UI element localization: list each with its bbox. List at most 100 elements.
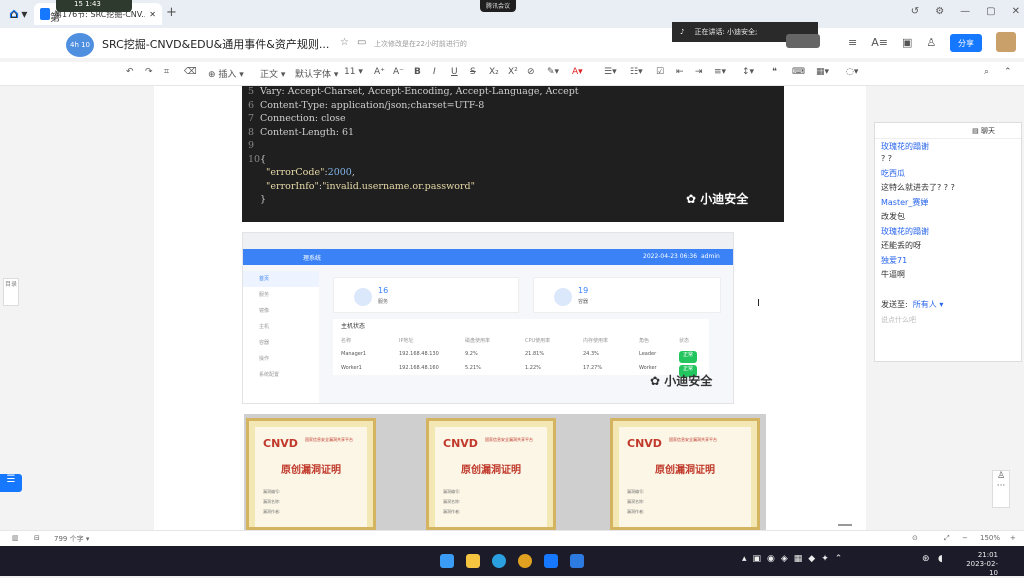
code-block-icon[interactable]: ⌨ bbox=[792, 67, 805, 77]
screenshot-sidebar: 首页 服务 镜像 主机 容器 操作 系统配置 bbox=[243, 271, 319, 403]
folder-icon[interactable] bbox=[466, 554, 480, 568]
chat-sender: Master_赛婵 bbox=[881, 198, 929, 207]
share-button[interactable]: 分享 bbox=[950, 34, 982, 52]
new-tab-button[interactable]: + bbox=[166, 5, 177, 20]
zoom-out-icon[interactable]: − bbox=[962, 534, 968, 542]
chat-message: ? ? bbox=[881, 154, 893, 163]
highlight-icon[interactable]: ✎▾ bbox=[547, 67, 559, 77]
breadcrumb[interactable]: 第 bbox=[50, 9, 60, 24]
home-icon[interactable]: ⌂ ▾ bbox=[10, 7, 27, 21]
maximize-icon[interactable]: ▢ bbox=[986, 6, 995, 17]
format-icon[interactable]: A≡ bbox=[871, 36, 888, 49]
participant-thumbnails[interactable] bbox=[786, 34, 820, 48]
system-clock[interactable]: 21:01 2023-02-10 bbox=[958, 551, 998, 578]
outline-toggle-button[interactable]: ☰ bbox=[0, 474, 22, 492]
zoom-level[interactable]: 150% bbox=[980, 534, 1000, 542]
fullscreen-icon[interactable]: ⤢ bbox=[944, 534, 950, 543]
volume-icon[interactable]: ◖ bbox=[938, 554, 943, 564]
code-line: 9 bbox=[248, 140, 255, 151]
code-line: 6 Content-Type: application/json;charset=… bbox=[248, 99, 485, 111]
more-dots-icon[interactable]: ··· bbox=[993, 481, 1009, 491]
checklist-icon[interactable]: ☑ bbox=[656, 67, 664, 77]
collapse-toolbar-icon[interactable]: ⌃ bbox=[1004, 67, 1012, 77]
chat-input[interactable]: 说点什么吧 bbox=[881, 315, 916, 325]
italic-icon[interactable]: I bbox=[433, 67, 436, 77]
numbered-list-icon[interactable]: ☷▾ bbox=[630, 67, 643, 77]
indent-decrease-icon[interactable]: ⇤ bbox=[676, 67, 684, 77]
tab-close-icon[interactable]: ✕ bbox=[149, 10, 156, 19]
minimize-icon[interactable]: — bbox=[960, 6, 970, 17]
quote-icon[interactable]: ❝ bbox=[772, 67, 777, 77]
restore-icon[interactable]: ↺ bbox=[911, 6, 919, 17]
mic-icon: ♪ bbox=[680, 28, 685, 36]
code-line: 8 Content-Length: 61 bbox=[248, 126, 355, 138]
settings-icon[interactable]: ⚙ bbox=[935, 6, 944, 17]
chat-message: 牛逼啊 bbox=[881, 270, 905, 279]
table-row: Worker1 192.168.48.160 5.21% 1.22% 17.27% Wor… bbox=[341, 365, 698, 377]
more-icon[interactable]: ◌▾ bbox=[846, 67, 858, 77]
panel-icon[interactable]: ▥ bbox=[12, 534, 19, 542]
table-icon[interactable]: ▦▾ bbox=[816, 67, 829, 77]
collab-icon[interactable]: ♙ bbox=[926, 36, 936, 49]
folder-icon[interactable]: ▭ bbox=[357, 37, 366, 48]
present-icon[interactable]: ▣ bbox=[902, 36, 912, 49]
insert-button[interactable]: ⊕ 插入 ▾ bbox=[208, 67, 244, 80]
underline-icon[interactable]: U bbox=[451, 67, 458, 77]
undo-icon[interactable]: ↶ bbox=[126, 67, 134, 77]
user-avatar[interactable] bbox=[996, 32, 1016, 52]
chrome-icon[interactable] bbox=[518, 554, 532, 568]
locate-icon[interactable]: ⊙ bbox=[912, 534, 918, 542]
line-spacing-icon[interactable]: ↕▾ bbox=[742, 67, 754, 77]
float-tools[interactable]: ♙ ··· bbox=[992, 470, 1010, 508]
text-cursor-icon: I bbox=[757, 298, 760, 309]
send-to-select[interactable]: 发送至: 所有人 ▾ bbox=[881, 299, 943, 310]
close-icon[interactable]: ✕ bbox=[1012, 6, 1020, 17]
cnvd-certificates-image: CNVD 国家信息安全漏洞共享平台 原创漏洞证明 漏洞编号: 漏洞名称: 漏洞作… bbox=[244, 414, 766, 530]
divider bbox=[838, 524, 852, 526]
paragraph-style-select[interactable]: 正文 ▾ bbox=[260, 67, 285, 80]
meeting-app-icon[interactable] bbox=[570, 554, 584, 568]
align-icon[interactable]: ≡▾ bbox=[714, 67, 726, 77]
indent-increase-icon[interactable]: ⇥ bbox=[695, 67, 703, 77]
subscript-icon[interactable]: X₂ bbox=[489, 67, 499, 77]
docs-app-icon[interactable] bbox=[544, 554, 558, 568]
star-icon[interactable]: ☆ bbox=[340, 37, 349, 48]
chat-sender: 玫瑰花的蹋谢 bbox=[881, 227, 929, 236]
tray-icons[interactable]: ▴▣◉◈▦◆✦⌃ bbox=[742, 554, 848, 564]
save-status: 上次修改是在22小时前进行的 bbox=[374, 40, 467, 48]
font-select[interactable]: 默认字体 ▾ bbox=[295, 67, 338, 80]
clear-format-icon[interactable]: ⊘ bbox=[527, 67, 535, 77]
screenshot-browser-bar bbox=[243, 233, 733, 249]
network-icon[interactable]: ⊛ bbox=[922, 554, 930, 564]
chat-message: 还能丢的呀 bbox=[881, 241, 921, 250]
doc-icon bbox=[40, 8, 50, 20]
code-line: 7 Connection: close bbox=[248, 113, 346, 124]
stat-card: 19 容器 bbox=[533, 277, 721, 313]
watermark: ✿ 小迪安全 bbox=[650, 374, 713, 388]
outline-pin[interactable]: 目录 bbox=[3, 278, 19, 306]
code-line: "errorCode":2000, bbox=[266, 167, 355, 178]
shirt-icon[interactable]: ♙ bbox=[993, 471, 1009, 481]
meeting-chip[interactable]: 腾讯会议 bbox=[480, 0, 517, 12]
bullet-list-icon[interactable]: ☰▾ bbox=[604, 67, 617, 77]
editor-toolbar: ↶ ↷ ⌗ ⌫ ⊕ 插入 ▾ 正文 ▾ 默认字体 ▾ 11 ▾ A⁺ A⁻ B … bbox=[0, 62, 1024, 86]
eraser-icon[interactable]: ⌫ bbox=[184, 67, 197, 77]
font-grow-icon[interactable]: A⁺ bbox=[374, 67, 385, 77]
strikethrough-icon[interactable]: S bbox=[470, 67, 476, 77]
font-shrink-icon[interactable]: A⁻ bbox=[393, 67, 404, 77]
word-count[interactable]: 799 个字 ▾ bbox=[54, 534, 89, 544]
font-size-select[interactable]: 11 ▾ bbox=[344, 67, 363, 77]
bold-icon[interactable]: B bbox=[414, 67, 421, 77]
search-icon[interactable]: ⌕ bbox=[984, 67, 989, 77]
menu-icon[interactable]: ≡ bbox=[848, 36, 857, 49]
zoom-in-icon[interactable]: + bbox=[1010, 534, 1016, 542]
redo-icon[interactable]: ↷ bbox=[145, 67, 153, 77]
font-color-icon[interactable]: A▾ bbox=[572, 67, 583, 77]
edge-icon[interactable] bbox=[492, 554, 506, 568]
page-title[interactable]: SRC挖掘-CNVD&EDU&通用事件&资产规则... bbox=[102, 36, 329, 52]
page-icon[interactable]: ⊟ bbox=[34, 534, 40, 542]
superscript-icon[interactable]: X² bbox=[508, 67, 518, 77]
chat-sender: 吃西瓜 bbox=[881, 169, 905, 178]
start-icon[interactable] bbox=[440, 554, 454, 568]
format-painter-icon[interactable]: ⌗ bbox=[164, 67, 169, 77]
